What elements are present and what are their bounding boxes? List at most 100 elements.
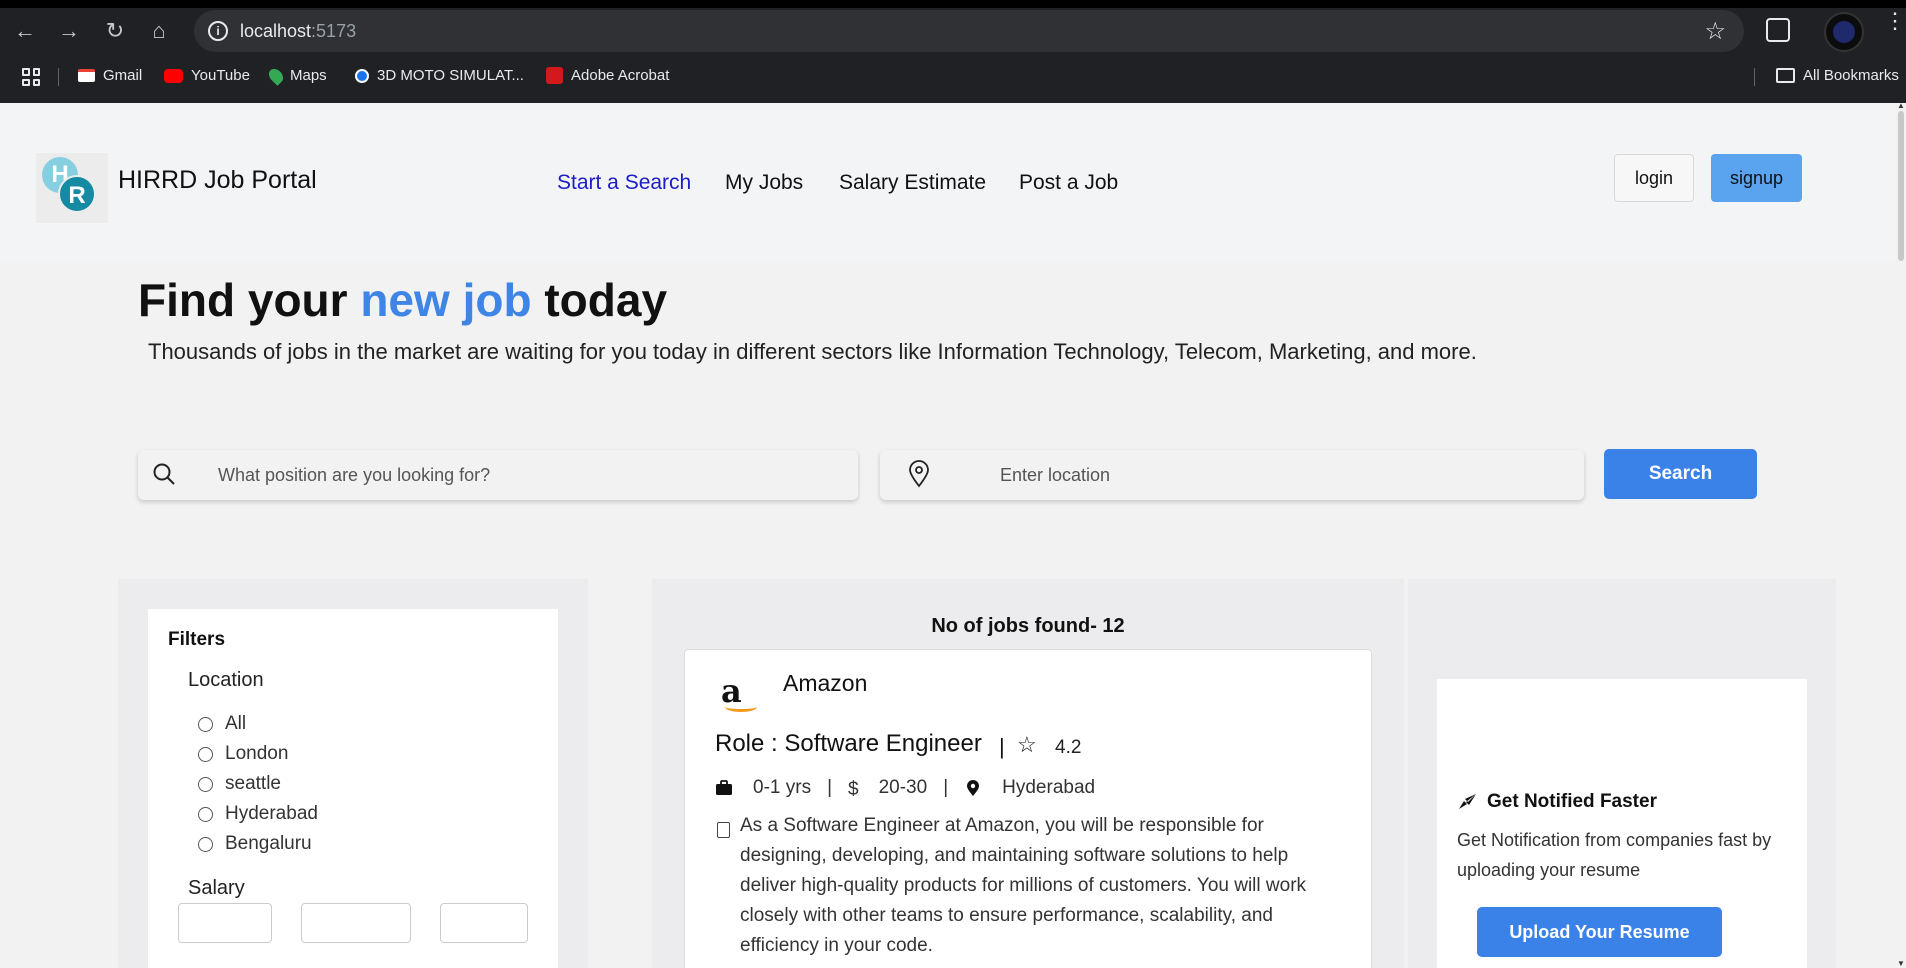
location-search[interactable]	[880, 450, 1584, 500]
radio-location-hyderabad[interactable]: Hyderabad	[198, 803, 318, 825]
all-bookmarks-label: All Bookmarks	[1803, 67, 1899, 84]
notify-card: Get Notified Faster Get Notification fro…	[1437, 679, 1807, 968]
location-pin-icon	[909, 460, 929, 488]
folder-icon	[1776, 68, 1795, 83]
briefcase-icon	[716, 780, 732, 795]
nav-salary-estimate[interactable]: Salary Estimate	[839, 171, 986, 195]
notify-title-text: Get Notified Faster	[1487, 791, 1657, 812]
radio-label: All	[225, 713, 247, 734]
all-bookmarks[interactable]: All Bookmarks	[1776, 67, 1899, 84]
bookmark-gmail[interactable]: Gmail	[78, 67, 142, 84]
profile-avatar[interactable]	[1824, 12, 1864, 52]
job-meta: 0-1 yrs | $ 20-30 | Hyderabad	[715, 777, 1096, 800]
site-info-icon[interactable]: i	[208, 21, 228, 41]
search-icon	[153, 463, 175, 485]
menu-dots-icon[interactable]: ⋮	[1884, 10, 1906, 32]
url-host: localhost	[240, 21, 312, 41]
scrollbar-thumb[interactable]	[1898, 111, 1904, 261]
salary-filter-title: Salary	[188, 877, 245, 899]
forward-icon[interactable]: →	[56, 18, 82, 44]
salary-min-field[interactable]	[178, 903, 272, 943]
bookmark-acrobat[interactable]: Adobe Acrobat	[546, 67, 669, 84]
radio-icon[interactable]	[198, 806, 213, 822]
search-button[interactable]: Search	[1604, 449, 1757, 499]
youtube-icon	[164, 68, 183, 83]
acrobat-icon	[546, 67, 563, 84]
bookmark-label: Adobe Acrobat	[571, 67, 670, 84]
bookmark-3d-moto[interactable]: 3D MOTO SIMULAT...	[355, 67, 524, 84]
bookmark-label: Maps	[290, 67, 327, 84]
bookmark-label: Gmail	[103, 67, 143, 84]
job-rating: 4.2	[1055, 737, 1082, 758]
scroll-down-icon[interactable]: ▼	[1897, 960, 1905, 968]
login-button[interactable]: login	[1614, 154, 1694, 202]
amazon-smile-icon	[725, 702, 757, 712]
rocket-icon	[1459, 794, 1476, 809]
position-search[interactable]	[138, 450, 858, 500]
hero-title-pre: Find your	[138, 274, 361, 326]
bookmark-youtube[interactable]: YouTube	[164, 67, 250, 84]
bookmarks-bar: Gmail YouTube Maps 3D MOTO SIMULAT... Ad…	[0, 62, 1906, 92]
radio-label: Bengaluru	[225, 833, 312, 854]
results-panel: No of jobs found- 12 a Amazon Role : Sof…	[652, 579, 1404, 968]
radio-icon[interactable]	[198, 716, 213, 732]
address-bar[interactable]: i localhost:5173 ☆	[194, 10, 1744, 52]
reload-icon[interactable]: ↻	[102, 18, 128, 44]
position-input[interactable]	[218, 450, 838, 500]
company-name: Amazon	[783, 670, 868, 696]
scroll-up-icon[interactable]: ▲	[1897, 103, 1905, 110]
filters-card: Filters Location All London seattle Hyde…	[148, 609, 558, 968]
bookmark-maps[interactable]: Maps	[266, 65, 327, 86]
bookmark-label: YouTube	[191, 67, 250, 84]
nav-post-job[interactable]: Post a Job	[1019, 171, 1118, 195]
home-icon[interactable]: ⌂	[146, 18, 172, 44]
notify-text: Get Notification from companies fast by …	[1457, 830, 1772, 880]
nav-my-jobs[interactable]: My Jobs	[725, 171, 803, 195]
radio-icon[interactable]	[198, 836, 213, 852]
salary-apply-field[interactable]	[440, 903, 528, 943]
meta-separator: |	[943, 777, 949, 798]
nav-start-search[interactable]: Start a Search	[557, 171, 691, 195]
jobs-found-count: No of jobs found- 12	[931, 615, 1125, 637]
bookmark-divider-right	[1754, 68, 1755, 86]
rating-separator: |	[999, 734, 1005, 759]
job-salary: 20-30	[878, 777, 928, 798]
signup-button[interactable]: signup	[1711, 154, 1802, 202]
radio-location-bengaluru[interactable]: Bengaluru	[198, 833, 312, 855]
radio-location-all[interactable]: All	[198, 713, 246, 735]
radio-icon[interactable]	[198, 746, 213, 762]
meta-separator: |	[827, 777, 833, 798]
radio-location-london[interactable]: London	[198, 743, 288, 765]
star-icon: ☆	[1017, 732, 1037, 757]
job-description: As a Software Engineer at Amazon, you wi…	[740, 815, 1307, 956]
salary-max-field[interactable]	[301, 903, 411, 943]
job-experience: 0-1 yrs	[753, 777, 812, 798]
job-location: Hyderabad	[1002, 777, 1096, 798]
dollar-icon: $	[848, 779, 859, 800]
job-card[interactable]: a Amazon Role : Software Engineer | ☆ 4.…	[684, 649, 1372, 968]
hero-subtitle: Thousands of jobs in the market are wait…	[148, 339, 1477, 364]
site-header: H R HIRRD Job Portal Start a Search My J…	[0, 103, 1906, 263]
back-icon[interactable]: ←	[12, 18, 38, 44]
radio-label: seattle	[225, 773, 281, 794]
brand-name[interactable]: HIRRD Job Portal	[118, 166, 317, 195]
radio-icon[interactable]	[198, 776, 213, 792]
hero-title-post: today	[531, 274, 668, 326]
radio-label: London	[225, 743, 289, 764]
extensions-icon[interactable]	[1766, 18, 1790, 42]
job-role[interactable]: Role : Software Engineer	[715, 730, 982, 758]
url-text[interactable]: localhost:5173	[240, 21, 356, 42]
gmail-icon	[78, 69, 95, 82]
upload-resume-button[interactable]: Upload Your Resume	[1477, 907, 1722, 957]
bookmark-label: 3D MOTO SIMULAT...	[377, 67, 524, 84]
site-logo[interactable]: H R	[36, 153, 108, 223]
amazon-logo: a	[721, 672, 757, 712]
globe-icon	[355, 68, 369, 83]
filters-title: Filters	[168, 629, 226, 650]
location-input[interactable]	[1000, 450, 1560, 500]
browser-chrome: ← → ↻ ⌂ i localhost:5173 ☆ ⋮ Gmail YouTu…	[0, 0, 1906, 103]
bookmark-star-icon[interactable]: ☆	[1704, 17, 1726, 46]
document-icon	[717, 822, 730, 838]
notify-title: Get Notified Faster	[1457, 791, 1657, 813]
radio-location-seattle[interactable]: seattle	[198, 773, 281, 795]
